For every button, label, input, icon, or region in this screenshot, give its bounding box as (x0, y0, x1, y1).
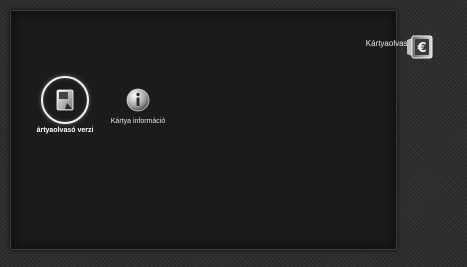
menu-item-label: ártyaolvasó verzi (36, 127, 94, 134)
card-document-icon (56, 89, 74, 111)
icon-wrap (123, 85, 153, 115)
menu-item-card-reader-version[interactable]: ártyaolvasó verzi (23, 76, 107, 134)
svg-text:€: € (416, 41, 426, 56)
screen-background: Kártyaolvasó € ártyaolvasó verzi Kártya … (0, 0, 467, 267)
menu-item-label: Kártya információ (110, 118, 166, 125)
info-icon (126, 88, 150, 112)
card-reader-euro-icon: € (407, 35, 433, 59)
selection-ring-wrap (41, 76, 89, 124)
menu-item-card-information[interactable]: Kártya információ (96, 85, 180, 125)
